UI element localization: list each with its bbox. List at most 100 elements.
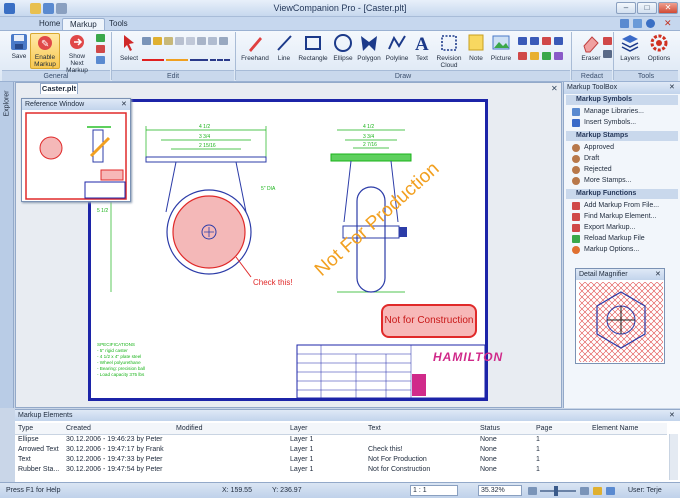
not-for-construction-stamp[interactable]: Not for Construction (381, 304, 477, 338)
column-modified[interactable]: Modified (173, 423, 287, 435)
polygon-tool-button[interactable]: Polygon (355, 33, 383, 62)
zoom-out-icon[interactable] (528, 487, 537, 495)
close-button[interactable]: ✕ (658, 2, 678, 14)
reference-window-close-icon[interactable]: ✕ (121, 100, 127, 108)
markup-remove-icon[interactable] (96, 45, 105, 53)
fit-page-icon[interactable] (606, 487, 615, 495)
toolbox-item-draft[interactable]: Draft (570, 154, 678, 164)
undo-icon[interactable] (142, 37, 151, 45)
symbol-icon[interactable] (554, 52, 563, 60)
line-tool-button[interactable]: Line (272, 33, 296, 62)
magnifier-close-icon[interactable]: ✕ (655, 270, 661, 278)
options-button[interactable]: Options (644, 33, 674, 62)
markup-mode-icon[interactable] (593, 487, 602, 495)
redo-icon[interactable] (153, 37, 162, 45)
minimize-button[interactable]: – (616, 2, 636, 14)
measure-icon[interactable] (542, 37, 551, 45)
markup-props-icon[interactable] (96, 56, 105, 64)
group-icon[interactable] (219, 37, 228, 45)
toolbox-close-icon[interactable]: ✕ (669, 83, 675, 91)
toolbox-item-approved[interactable]: Approved (570, 143, 678, 153)
toolbox-item-add-markup-from-file[interactable]: Add Markup From File... (570, 201, 678, 211)
section-markup-functions[interactable]: Markup Functions (566, 189, 678, 199)
column-type[interactable]: Type (15, 423, 63, 435)
close-document-icon[interactable]: ✕ (664, 18, 672, 29)
arc-icon[interactable] (554, 37, 563, 45)
stamp-icon[interactable] (518, 52, 527, 60)
document-tab[interactable]: Caster.plt (40, 83, 78, 94)
tab-markup[interactable]: Markup (62, 18, 105, 30)
column-created[interactable]: Created (63, 423, 173, 435)
table-row[interactable]: Arrowed Text 30.12.2006 - 19:47:17 by Fra… (15, 444, 667, 454)
line-width-dropdown[interactable] (190, 55, 208, 61)
toolbox-item-markup-options[interactable]: Markup Options... (570, 245, 678, 255)
column-status[interactable]: Status (477, 423, 533, 435)
restore-doc-icon[interactable] (633, 19, 642, 28)
find-markup-icon (572, 213, 580, 221)
maximize-button[interactable]: □ (637, 2, 657, 14)
enable-markup-button[interactable]: ✎ Enable Markup (30, 33, 60, 69)
window-layout-icon[interactable] (620, 19, 629, 28)
table-row[interactable]: Ellipse 30.12.2006 - 19:46:23 by Peter Lay… (15, 434, 667, 444)
scale-dropdown[interactable]: 1 : 1 (410, 485, 458, 496)
redact-area-icon[interactable] (603, 37, 612, 45)
freehand-button[interactable]: Freehand (239, 33, 271, 62)
duplicate-icon[interactable] (208, 37, 217, 45)
toolbox-item-reload-markup-file[interactable]: Reload Markup File (570, 234, 678, 244)
revision-cloud-button[interactable]: Revision Cloud (434, 33, 464, 69)
column-element-name[interactable]: Element Name (589, 423, 667, 435)
markup-layer-icon[interactable] (96, 34, 105, 42)
ellipse-tool-button[interactable]: Ellipse (330, 33, 356, 62)
toolbox-item-manage-libraries[interactable]: Manage Libraries... (570, 107, 678, 117)
copy-icon[interactable] (175, 37, 184, 45)
zoom-slider-thumb[interactable] (554, 486, 558, 496)
zoom-level-dropdown[interactable]: 35.32% (478, 485, 522, 496)
close-tab-icon[interactable]: ✕ (551, 84, 558, 93)
table-scrollbar[interactable] (669, 434, 678, 480)
drawing-sheet[interactable]: 4 1/2 3 3/4 2 15/16 4 1/2 3 3/4 2 7/16 5 1/2… (88, 99, 502, 401)
picture-tool-button[interactable]: Picture (488, 33, 514, 62)
zoom-slider-track[interactable] (540, 490, 576, 492)
line-color-dropdown[interactable] (142, 55, 164, 61)
arrow-line-icon[interactable] (518, 37, 527, 45)
explorer-label[interactable]: Explorer (4, 79, 11, 129)
explorer-strip[interactable] (0, 82, 14, 408)
toolbox-item-insert-symbols[interactable]: Insert Symbols... (570, 118, 678, 128)
zoom-in-icon[interactable] (580, 487, 589, 495)
line-style-dropdown[interactable] (210, 55, 230, 61)
markup-panel-close-icon[interactable]: ✕ (669, 411, 675, 419)
show-next-markup-button[interactable]: Show Next Markup (62, 33, 92, 74)
table-row[interactable]: Text 30.12.2006 - 19:47:33 by Peter Layer … (15, 454, 667, 464)
help-icon[interactable] (646, 19, 655, 28)
text-tool-button[interactable]: A Text (410, 33, 434, 62)
table-row[interactable]: Rubber Sta... 30.12.2006 - 19:47:54 by Pe… (15, 464, 667, 474)
fill-color-dropdown[interactable] (166, 55, 188, 61)
note-tool-button[interactable]: Note (464, 33, 488, 62)
redact-options-icon[interactable] (603, 50, 612, 58)
select-button[interactable]: Select (114, 33, 144, 62)
revision-cloud-label: Revision Cloud (436, 55, 462, 69)
toolbox-item-rejected[interactable]: Rejected (570, 165, 678, 175)
layers-button[interactable]: Layers (616, 33, 644, 62)
column-text[interactable]: Text (365, 423, 477, 435)
section-markup-symbols[interactable]: Markup Symbols (566, 95, 678, 105)
dimension-line-icon[interactable] (530, 37, 539, 45)
paste-icon[interactable] (186, 37, 195, 45)
toolbox-item-export-markup[interactable]: Export Markup... (570, 223, 678, 233)
polyline-tool-button[interactable]: Polyline (383, 33, 411, 62)
highlight-icon[interactable] (530, 52, 539, 60)
check-this-arrowed-text[interactable]: Check this! (253, 278, 293, 287)
column-page[interactable]: Page (533, 423, 589, 435)
eraser-button[interactable]: Eraser (576, 33, 606, 62)
rectangle-tool-button[interactable]: Rectangle (296, 33, 330, 62)
hyperlink-icon[interactable] (542, 52, 551, 60)
toolbox-item-find-markup-element[interactable]: Find Markup Element... (570, 212, 678, 222)
section-markup-stamps[interactable]: Markup Stamps (566, 131, 678, 141)
tab-tools[interactable]: Tools (102, 18, 135, 30)
cut-icon[interactable] (164, 37, 173, 45)
detail-magnifier[interactable]: Detail Magnifier ✕ (575, 268, 665, 364)
reference-window[interactable]: Reference Window ✕ (21, 98, 131, 202)
column-layer[interactable]: Layer (287, 423, 365, 435)
toolbox-item-more-stamps[interactable]: More Stamps... (570, 176, 678, 186)
delete-icon[interactable] (197, 37, 206, 45)
